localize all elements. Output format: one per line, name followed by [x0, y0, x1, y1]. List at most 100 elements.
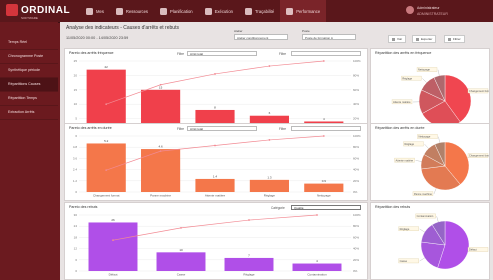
avatar [406, 6, 414, 14]
y2-tick-label: 0% [353, 269, 358, 273]
cumulative-point [159, 83, 162, 86]
y2-tick-label: 100% [353, 213, 361, 217]
nav-label: Ressources [125, 8, 149, 14]
user-name: Administrateur [417, 6, 440, 10]
date-range[interactable]: 11/05/2020 00:00 - 14/05/2020 23:59 [66, 36, 128, 40]
user-role: ADMINISTRATEUR [417, 12, 448, 16]
x-tick-label: Changement format [93, 194, 120, 198]
bar [224, 257, 274, 271]
y2-tick-label: 40% [353, 247, 359, 251]
chart-icon [286, 7, 294, 15]
filter-label: Poste [302, 29, 310, 33]
y-tick-label: 18 [74, 235, 78, 239]
logo: ORDINAL [6, 4, 70, 16]
data-label: 15 [159, 85, 163, 89]
button-label: Voir [397, 37, 403, 41]
main-content: Analyse des indicateurs - Causes d'arrêt… [60, 22, 493, 280]
y-tick-label: 4.8 [73, 145, 78, 149]
cumulative-point [180, 226, 182, 229]
pie-label: Attente matière [393, 100, 411, 104]
pie-leader-line [433, 188, 437, 194]
pie-leader-line [424, 144, 429, 149]
y-tick-label: 6 [75, 134, 77, 138]
y-tick-label: 1.2 [73, 179, 78, 183]
y-tick-label: 25 [74, 59, 78, 63]
trace-icon [245, 7, 253, 15]
pie-panel-3: Répartition des rebuts Défaut Casse Réglag… [370, 202, 490, 280]
y2-tick-label: 20% [353, 179, 359, 183]
pie-label: Réglage [400, 227, 410, 231]
eye-icon [392, 37, 395, 41]
pie-label: Changement format [469, 89, 489, 93]
data-label: 1.4 [213, 174, 218, 178]
y2-tick-label: 100% [353, 59, 361, 63]
nav-ressources[interactable]: Ressources [110, 0, 154, 22]
y-tick-label: 6 [75, 258, 77, 262]
nav-execution[interactable]: Exécution [199, 0, 239, 22]
nav-tracabilite[interactable]: Traçabilité [239, 0, 280, 22]
cumulative-line [106, 135, 324, 171]
sidebar-item-repartition-temps[interactable]: Répartition Temps [0, 92, 58, 106]
pie-label: Défaut [469, 248, 477, 252]
home-icon [86, 7, 93, 15]
nav-performance[interactable]: Performance [280, 0, 327, 22]
y2-tick-label: 0% [353, 190, 358, 194]
nav-mes[interactable]: Mes [80, 0, 110, 22]
sidebar-item-extraction[interactable]: Extraction Arrêts [0, 106, 58, 120]
sidebar-item-repartitions-causes[interactable]: Répartitions Causes [0, 78, 58, 92]
filter-atelier: Atelier Atelier conditionnement [234, 29, 288, 40]
nav-label: Traçabilité [255, 8, 275, 14]
pie-leader-line [419, 228, 425, 233]
calendar-icon [160, 7, 168, 15]
button-label: Exporter [421, 37, 433, 41]
poste-select[interactable]: Poste de formation A [302, 34, 356, 40]
cumulative-point [214, 73, 216, 75]
user-menu[interactable]: Administrateur ADMINISTRATEUR [371, 4, 481, 18]
bar [86, 143, 126, 192]
nav-label: Exécution [214, 8, 234, 14]
bar [195, 178, 235, 192]
cumulative-line [106, 60, 324, 105]
x-tick-label: Défaut [109, 273, 118, 277]
filter-button[interactable]: Filtrer [444, 35, 465, 43]
logo-subtitle: SOFTWARE [21, 16, 38, 20]
y-tick-label: 30 [74, 213, 78, 217]
data-label: 8 [214, 105, 216, 109]
bar [88, 222, 138, 271]
cumulative-line [112, 214, 318, 241]
nav-label: Performance [296, 8, 321, 14]
cumulative-point [105, 169, 108, 172]
sidebar-item-temps-reel[interactable]: Temps Réel [0, 36, 58, 50]
cumulative-point [268, 65, 271, 67]
data-label: 4 [323, 117, 325, 121]
bar [141, 149, 181, 192]
y2-tick-label: 100% [353, 134, 361, 138]
y-tick-label: 3.6 [73, 156, 78, 160]
pareto-chart-2: 0 0% 1.2 20% 2.4 40% 3.6 60% 4.8 80% 6 100% 5.2 Chang… [73, 134, 361, 198]
y2-tick-label: 20% [353, 117, 359, 121]
view-button[interactable]: Voir [388, 35, 407, 43]
y2-tick-label: 80% [353, 73, 359, 77]
y2-tick-label: 40% [353, 168, 359, 172]
data-label: 5.2 [104, 139, 109, 143]
filter-poste: Poste Poste de formation A [302, 29, 356, 40]
y-tick-label: 12 [74, 247, 78, 251]
x-tick-label: Casse [177, 273, 186, 277]
sidebar-item-chronogramme[interactable]: Chronogramme Poste [0, 50, 58, 64]
y-tick-label: 15 [74, 88, 78, 92]
x-tick-label: Réglage [243, 273, 255, 277]
y-tick-label: 0 [75, 269, 77, 273]
pie-label: Panne machine [414, 192, 433, 196]
logo-icon [6, 4, 18, 16]
pie-label: Nettoyage [418, 68, 430, 72]
sidebar-item-synthetique[interactable]: Synthétique période [0, 64, 58, 78]
y2-tick-label: 40% [353, 102, 359, 106]
pie-label: Réglage [404, 142, 414, 146]
export-button[interactable]: Exporter [412, 35, 437, 43]
y-tick-label: 24 [74, 224, 78, 228]
pie-panel-2: Répartition des arrêts en durée Changeme… [370, 123, 490, 201]
nav-planification[interactable]: Planification [154, 0, 199, 22]
main-nav: Mes Ressources Planification Exécution T… [80, 0, 327, 22]
pie-label: Contamination [417, 214, 434, 218]
atelier-select[interactable]: Atelier conditionnement [234, 34, 288, 40]
